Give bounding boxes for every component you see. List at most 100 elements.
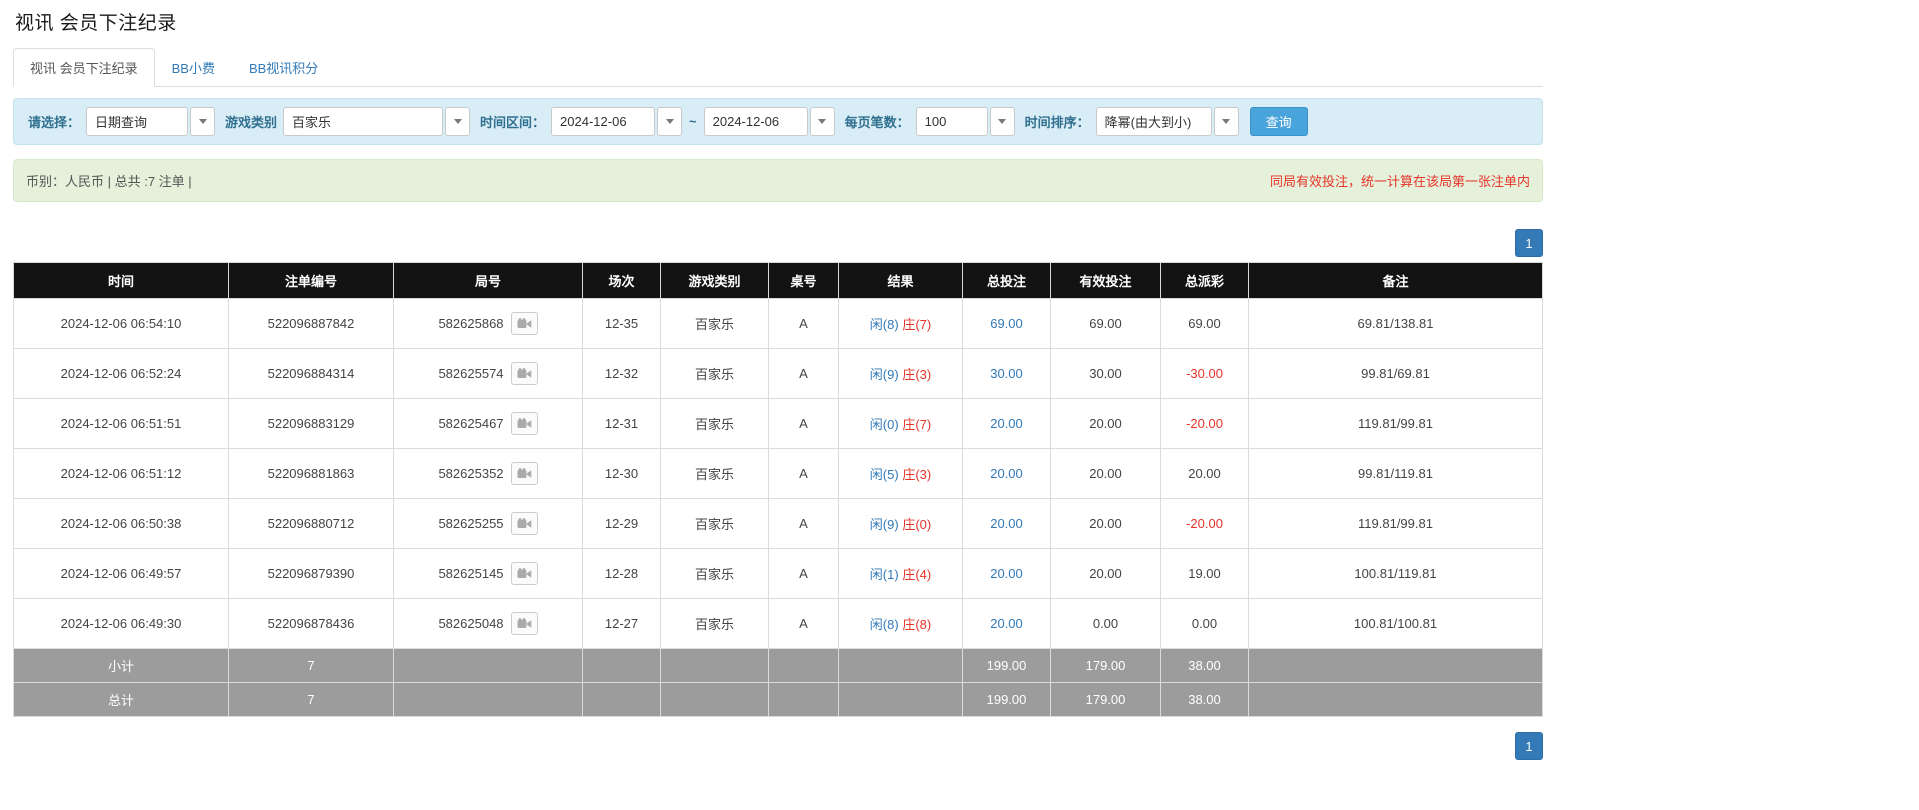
column-header-round-id: 局号 (394, 263, 583, 299)
select-label: 请选择： (28, 112, 80, 131)
search-button[interactable]: 查询 (1250, 107, 1308, 136)
chevron-down-icon (818, 119, 826, 124)
cell-note: 100.81/119.81 (1249, 549, 1543, 599)
cell-table-no: A (769, 599, 839, 649)
cell-note: 100.81/100.81 (1249, 599, 1543, 649)
sort-order-input[interactable] (1096, 107, 1212, 136)
cell-session: 12-27 (583, 599, 661, 649)
cell-game-type: 百家乐 (661, 449, 769, 499)
cell-total-bet: 20.00 (963, 499, 1051, 549)
sort-order-dropdown-button[interactable] (1214, 107, 1239, 136)
cell-table-no: A (769, 499, 839, 549)
cell-time: 2024-12-06 06:50:38 (14, 499, 229, 549)
game-type-label: 游戏类别 (225, 112, 277, 131)
total-bet-link[interactable]: 20.00 (990, 416, 1023, 431)
date-from-dropdown-button[interactable] (657, 107, 682, 136)
date-to-dropdown-button[interactable] (810, 107, 835, 136)
video-replay-button[interactable] (511, 362, 538, 385)
column-header-session: 场次 (583, 263, 661, 299)
cell-payout: -20.00 (1161, 499, 1249, 549)
total-bet-link[interactable]: 20.00 (990, 616, 1023, 631)
filter-bar: 请选择： 游戏类别 时间区间： ~ 每页笔数： 时间排序： (13, 98, 1543, 145)
table-row: 2024-12-06 06:51:12 522096881863 5826253… (14, 449, 1543, 499)
video-camera-icon (517, 368, 532, 380)
page-button-1[interactable]: 1 (1515, 229, 1543, 257)
pagination-top: 1 (13, 229, 1543, 257)
column-header-bet-id: 注单编号 (229, 263, 394, 299)
cell-session: 12-29 (583, 499, 661, 549)
video-replay-button[interactable] (511, 462, 538, 485)
table-row: 2024-12-06 06:52:24 522096884314 5826255… (14, 349, 1543, 399)
cell-result: 闲(9) 庄(3) (839, 349, 963, 399)
cell-total-bet: 30.00 (963, 349, 1051, 399)
subtotal-label: 小计 (14, 649, 229, 683)
total-bet-link[interactable]: 69.00 (990, 316, 1023, 331)
total-bet-link[interactable]: 20.00 (990, 516, 1023, 531)
cell-round-id: 582625255 (394, 499, 583, 549)
total-bet-link[interactable]: 30.00 (990, 366, 1023, 381)
chevron-down-icon (1222, 119, 1230, 124)
cell-result: 闲(8) 庄(7) (839, 299, 963, 349)
date-to-select (704, 107, 835, 136)
cell-game-type: 百家乐 (661, 349, 769, 399)
result-banker: 庄(8) (902, 617, 931, 632)
cell-result: 闲(5) 庄(3) (839, 449, 963, 499)
video-camera-icon (517, 618, 532, 630)
result-player: 闲(9) (870, 517, 899, 532)
page-button-1[interactable]: 1 (1515, 732, 1543, 760)
subtotal-total-bet: 199.00 (963, 649, 1051, 683)
column-header-result: 结果 (839, 263, 963, 299)
date-from-input[interactable] (551, 107, 655, 136)
cell-time: 2024-12-06 06:49:57 (14, 549, 229, 599)
video-replay-button[interactable] (511, 312, 538, 335)
game-type-input[interactable] (283, 107, 443, 136)
cell-session: 12-32 (583, 349, 661, 399)
video-replay-button[interactable] (511, 612, 538, 635)
cell-table-no: A (769, 399, 839, 449)
pagination-bottom: 1 (13, 732, 1543, 760)
cell-total-bet: 20.00 (963, 599, 1051, 649)
game-type-dropdown-button[interactable] (445, 107, 470, 136)
round-id-text: 582625048 (438, 616, 503, 631)
table-row: 2024-12-06 06:49:30 522096878436 5826250… (14, 599, 1543, 649)
tab-video-bet-records[interactable]: 视讯 会员下注纪录 (13, 48, 155, 87)
total-bet-link[interactable]: 20.00 (990, 466, 1023, 481)
chevron-down-icon (666, 119, 674, 124)
table-row: 2024-12-06 06:49:57 522096879390 5826251… (14, 549, 1543, 599)
tab-bb-tip[interactable]: BB小费 (155, 48, 232, 87)
cell-game-type: 百家乐 (661, 599, 769, 649)
round-id-text: 582625868 (438, 316, 503, 331)
cell-valid-bet: 20.00 (1051, 449, 1161, 499)
date-to-input[interactable] (704, 107, 808, 136)
cell-bet-id: 522096878436 (229, 599, 394, 649)
cell-valid-bet: 20.00 (1051, 549, 1161, 599)
video-replay-button[interactable] (511, 412, 538, 435)
tab-bar: 视讯 会员下注纪录 BB小费 BB视讯积分 (13, 48, 1543, 87)
page-size-dropdown-button[interactable] (990, 107, 1015, 136)
cell-valid-bet: 30.00 (1051, 349, 1161, 399)
query-type-input[interactable] (86, 107, 188, 136)
table-header-row: 时间 注单编号 局号 场次 游戏类别 桌号 结果 总投注 有效投注 总派彩 备注 (14, 263, 1543, 299)
cell-table-no: A (769, 549, 839, 599)
result-banker: 庄(3) (902, 367, 931, 382)
total-bet-link[interactable]: 20.00 (990, 566, 1023, 581)
total-payout: 38.00 (1161, 683, 1249, 717)
page-size-input[interactable] (916, 107, 988, 136)
result-banker: 庄(3) (902, 467, 931, 482)
subtotal-count: 7 (229, 649, 394, 683)
query-type-dropdown-button[interactable] (190, 107, 215, 136)
video-replay-button[interactable] (511, 512, 538, 535)
cell-valid-bet: 20.00 (1051, 399, 1161, 449)
cell-game-type: 百家乐 (661, 549, 769, 599)
notice-text: 同局有效投注，统一计算在该局第一张注单内 (1270, 171, 1530, 190)
chevron-down-icon (454, 119, 462, 124)
tab-bb-video-points[interactable]: BB视讯积分 (232, 48, 335, 87)
cell-valid-bet: 0.00 (1051, 599, 1161, 649)
table-row: 2024-12-06 06:54:10 522096887842 5826258… (14, 299, 1543, 349)
cell-session: 12-31 (583, 399, 661, 449)
round-id-text: 582625574 (438, 366, 503, 381)
video-replay-button[interactable] (511, 562, 538, 585)
chevron-down-icon (998, 119, 1006, 124)
cell-payout: 0.00 (1161, 599, 1249, 649)
cell-game-type: 百家乐 (661, 399, 769, 449)
